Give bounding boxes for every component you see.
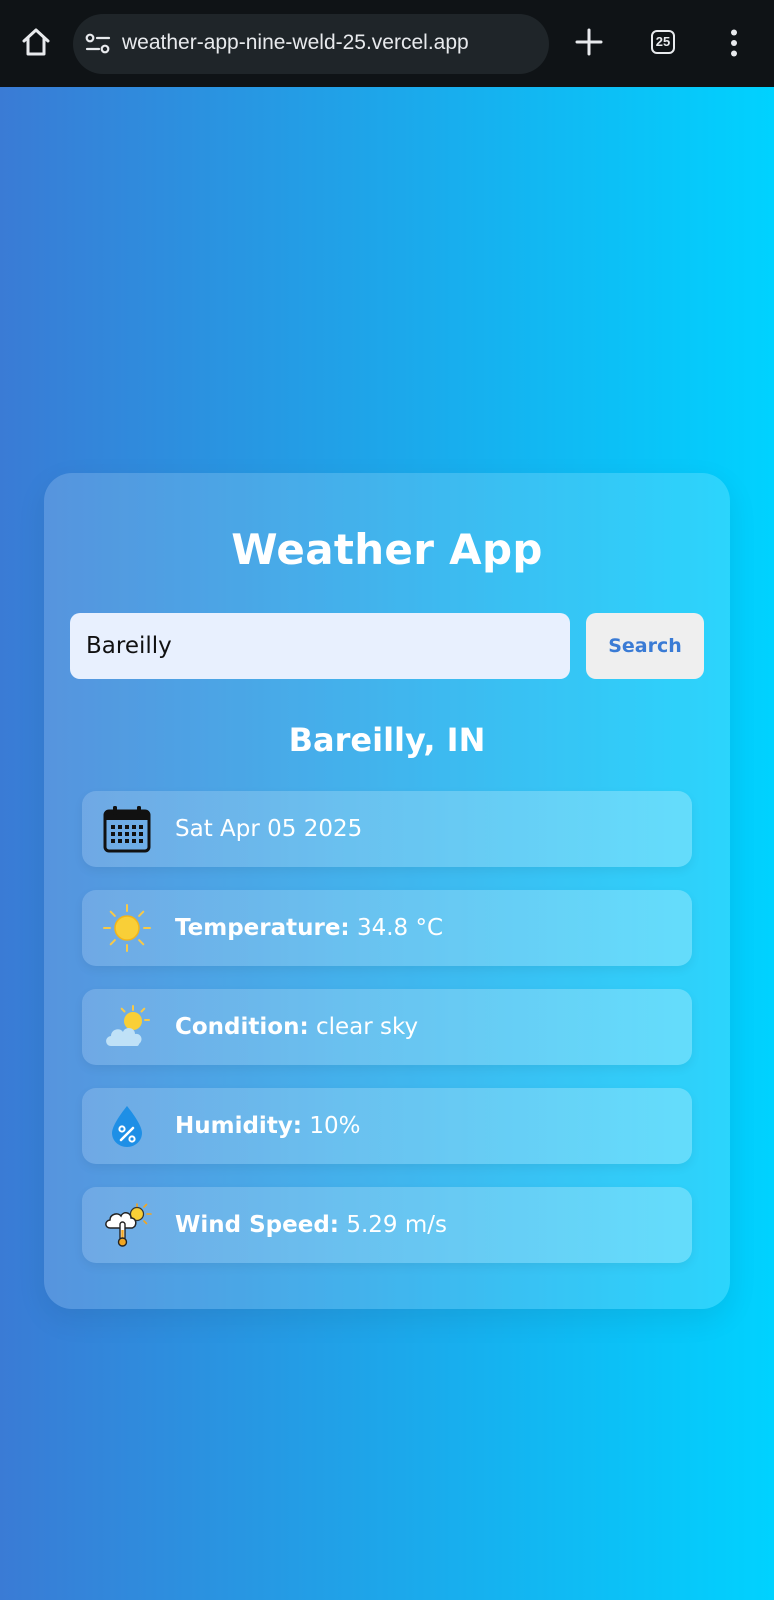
wind-row: Wind Speed: 5.29 m/s [82,1187,692,1263]
search-button[interactable]: Search [586,613,704,679]
url-text[interactable]: weather-app-nine-weld-25.vercel.app [122,31,469,55]
partly-cloudy-icon [106,1005,150,1046]
wind-thermometer-icon [105,1203,152,1247]
humidity-row: Humidity: 10% [82,1088,692,1164]
condition-row: Condition: clear sky [82,989,692,1065]
humidity-label: Humidity: [175,1113,303,1139]
temperature-row: Temperature: 34.8 °C [82,890,692,966]
sun-icon [103,904,151,952]
tab-switcher-button[interactable]: 25 [651,30,675,54]
plus-icon[interactable] [574,27,604,57]
date-row: Sat Apr 05 2025 [82,791,692,867]
wind-label: Wind Speed: [175,1212,339,1238]
home-icon[interactable] [20,26,52,58]
temperature-label: Temperature: [175,915,350,941]
wind-text: Wind Speed: 5.29 m/s [175,1187,447,1263]
date-text: Sat Apr 05 2025 [175,816,363,842]
app-title: Weather App [231,525,543,574]
wind-value: 5.29 m/s [346,1212,447,1238]
address-bar[interactable]: weather-app-nine-weld-25.vercel.app [73,14,549,74]
browser-toolbar: weather-app-nine-weld-25.vercel.app 25 [0,0,774,87]
temperature-text: Temperature: 34.8 °C [175,890,443,966]
city-search-input[interactable] [70,613,570,679]
humidity-text: Humidity: 10% [175,1088,360,1164]
tune-icon[interactable] [85,33,111,55]
condition-label: Condition: [175,1014,309,1040]
location-heading: Bareilly, IN [288,721,486,759]
more-vert-icon[interactable] [729,29,739,57]
weather-card: Weather App Search Bareilly, IN Sat Apr … [44,473,730,1309]
temperature-value: 34.8 °C [356,915,444,941]
humidity-drop-icon [112,1106,142,1147]
calendar-icon [103,806,151,853]
condition-text: Condition: clear sky [175,989,418,1065]
humidity-value: 10% [309,1113,361,1139]
condition-value: clear sky [315,1014,419,1040]
